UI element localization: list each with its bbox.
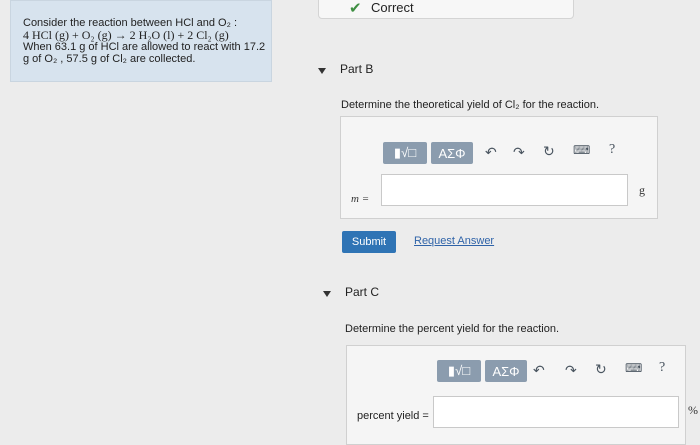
problem-statement: Consider the reaction between HCl and O₂…: [10, 0, 272, 82]
part-c-prompt: Determine the percent yield for the reac…: [345, 323, 560, 335]
reaction-equation: 4 HCl (g) + O₂ (g) → 2 H₂O (l) + 2 Cl₂ (…: [23, 28, 229, 42]
unit-percent-label: %: [688, 403, 698, 417]
help-icon[interactable]: ?: [659, 360, 665, 376]
help-icon[interactable]: ?: [609, 142, 615, 158]
checkmark-icon: ✔: [349, 0, 362, 17]
part-b-math-toolbar: ▮√□ AΣΦ: [383, 141, 477, 165]
percent-yield-label: percent yield =: [357, 410, 429, 422]
collapse-caret-icon[interactable]: [323, 291, 331, 297]
reset-icon[interactable]: ↻: [543, 143, 555, 160]
percent-yield-input[interactable]: [433, 396, 679, 428]
keyboard-icon[interactable]: ⌨: [573, 143, 590, 157]
greek-symbols-button[interactable]: AΣΦ: [485, 360, 527, 382]
unit-grams-label: g: [639, 183, 645, 197]
templates-button[interactable]: ▮√□: [383, 142, 427, 164]
part-c-answer-area: ▮√□ AΣΦ ↶ ↷ ↻ ⌨ ? percent yield =: [346, 345, 686, 445]
part-b-prompt: Determine the theoretical yield of Cl₂ f…: [341, 99, 600, 111]
undo-icon[interactable]: ↶: [533, 362, 545, 379]
undo-icon[interactable]: ↶: [485, 144, 497, 161]
collapse-caret-icon[interactable]: [318, 68, 326, 74]
redo-icon[interactable]: ↷: [565, 362, 577, 379]
mass-variable-label: m =: [351, 193, 370, 205]
previous-part-status: ✔ Correct: [318, 0, 574, 19]
part-b-title[interactable]: Part B: [340, 62, 373, 76]
problem-line-4: g of O₂ , 57.5 g of Cl₂ are collected.: [23, 53, 196, 65]
theoretical-yield-input[interactable]: [381, 174, 628, 206]
keyboard-icon[interactable]: ⌨: [625, 361, 642, 375]
problem-line-3: When 63.1 g of HCl are allowed to react …: [23, 41, 266, 53]
part-c-title[interactable]: Part C: [345, 285, 379, 299]
redo-icon[interactable]: ↷: [513, 144, 525, 161]
templates-button[interactable]: ▮√□: [437, 360, 481, 382]
request-answer-link[interactable]: Request Answer: [414, 235, 494, 247]
status-label: Correct: [371, 0, 414, 15]
greek-symbols-button[interactable]: AΣΦ: [431, 142, 473, 164]
part-c-math-toolbar: ▮√□ AΣΦ: [437, 359, 531, 383]
reset-icon[interactable]: ↻: [595, 361, 607, 378]
submit-button[interactable]: Submit: [342, 231, 396, 253]
part-b-answer-area: ▮√□ AΣΦ ↶ ↷ ↻ ⌨ ? m = g: [340, 116, 658, 219]
